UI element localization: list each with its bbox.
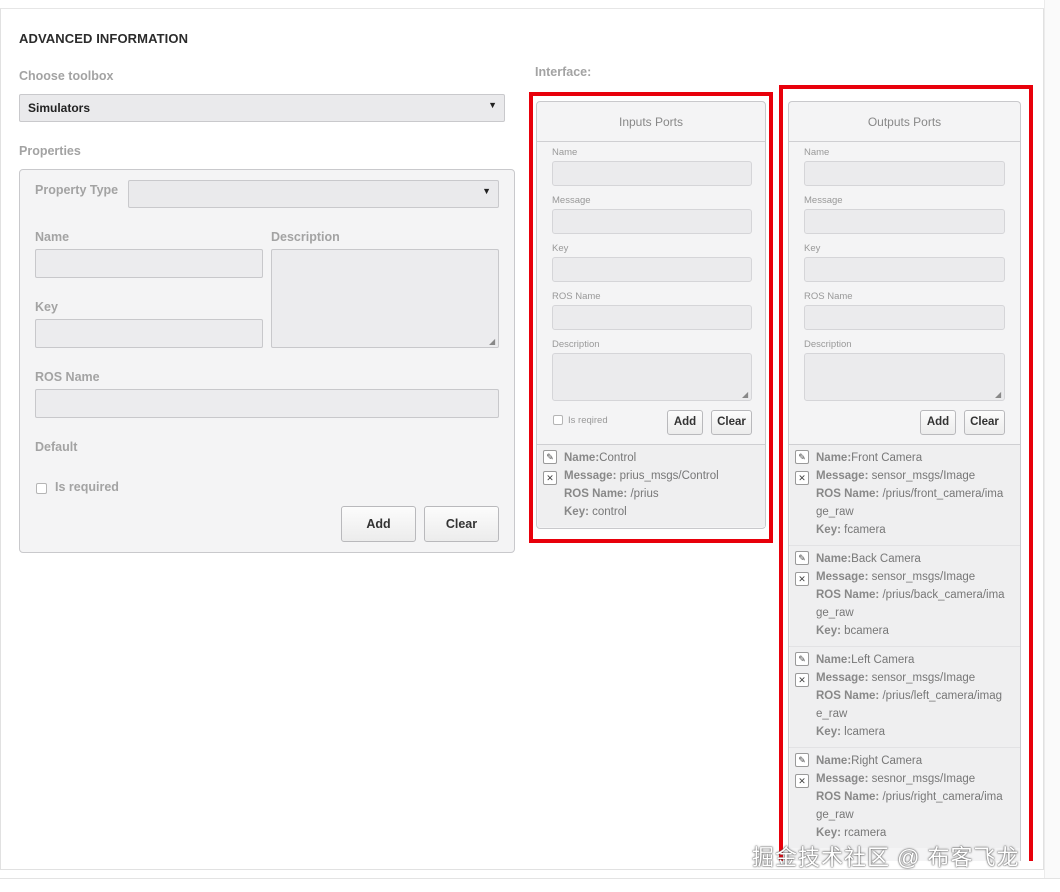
bottom-divider bbox=[0, 878, 1060, 892]
property-type-select[interactable]: ▼ bbox=[128, 180, 499, 208]
caret-down-icon: ▼ bbox=[482, 186, 491, 196]
toolbox-select[interactable]: Simulators ▼ bbox=[19, 94, 505, 122]
is-required-checkbox[interactable] bbox=[36, 483, 47, 494]
choose-toolbox-label: Choose toolbox bbox=[19, 69, 114, 83]
description-label: Description bbox=[271, 230, 340, 244]
property-type-label: Property Type bbox=[35, 183, 119, 197]
description-field[interactable]: ◢ bbox=[271, 249, 499, 348]
key-label: Key bbox=[35, 300, 58, 314]
ros-name-label: ROS Name bbox=[35, 370, 100, 384]
section-title: ADVANCED INFORMATION bbox=[19, 31, 189, 46]
toolbox-selected-value: Simulators bbox=[28, 101, 91, 115]
add-property-button[interactable]: Add bbox=[341, 506, 416, 542]
key-field[interactable] bbox=[35, 319, 263, 348]
resize-handle-icon[interactable]: ◢ bbox=[489, 338, 497, 346]
watermark: 掘金技术社区 @ 布客飞龙 bbox=[752, 845, 1020, 870]
is-required-label: Is required bbox=[55, 480, 119, 494]
default-label: Default bbox=[35, 440, 78, 454]
right-rail bbox=[1044, 0, 1060, 892]
name-field[interactable] bbox=[35, 249, 263, 278]
properties-label: Properties bbox=[19, 144, 81, 158]
properties-box: Property Type ▼ Name Description ◢ Key R… bbox=[19, 169, 515, 553]
caret-down-icon: ▼ bbox=[488, 100, 497, 110]
name-label: Name bbox=[35, 230, 70, 244]
outputs-highlight-box bbox=[779, 85, 1033, 861]
interface-label: Interface: bbox=[535, 65, 592, 79]
ros-name-field[interactable] bbox=[35, 389, 499, 418]
clear-property-button[interactable]: Clear bbox=[424, 506, 499, 542]
inputs-highlight-box bbox=[529, 92, 773, 543]
